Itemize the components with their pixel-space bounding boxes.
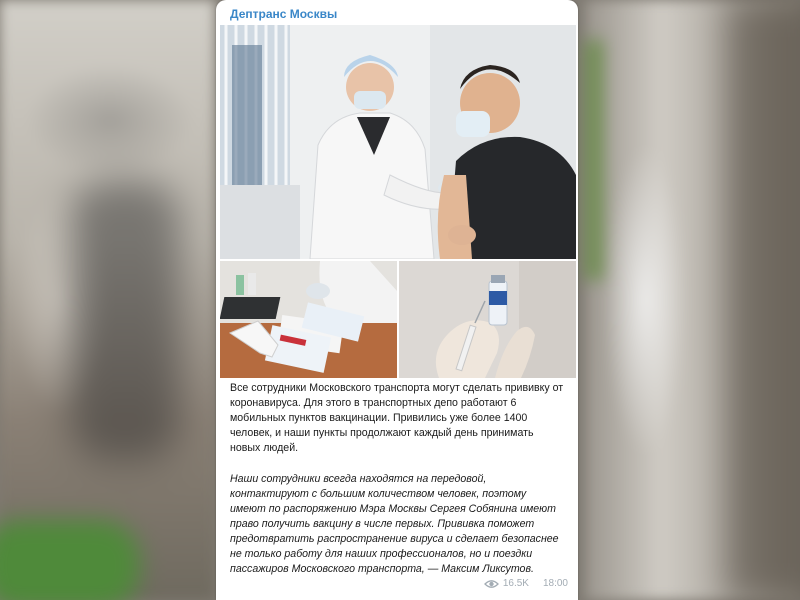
message-card: Дептранс Москвы Все сотрудники Московско…: [216, 0, 578, 600]
channel-name[interactable]: Дептранс Москвы: [230, 7, 337, 21]
post-text-main: Все сотрудники Московского транспорта мо…: [230, 382, 564, 454]
message-meta: 16.5K 18:00: [483, 578, 568, 589]
background-right: [585, 0, 800, 600]
photo-vaccination[interactable]: [220, 25, 576, 259]
photo-vaccine-vial[interactable]: [399, 261, 576, 378]
message-time: 18:00: [542, 578, 568, 589]
eye-icon: [483, 579, 499, 588]
background-left: [0, 0, 215, 600]
view-count: 16.5K: [502, 578, 529, 589]
post-text-quote: Наши сотрудники всегда находятся на пере…: [230, 473, 559, 575]
photo-certificates[interactable]: [220, 261, 397, 378]
